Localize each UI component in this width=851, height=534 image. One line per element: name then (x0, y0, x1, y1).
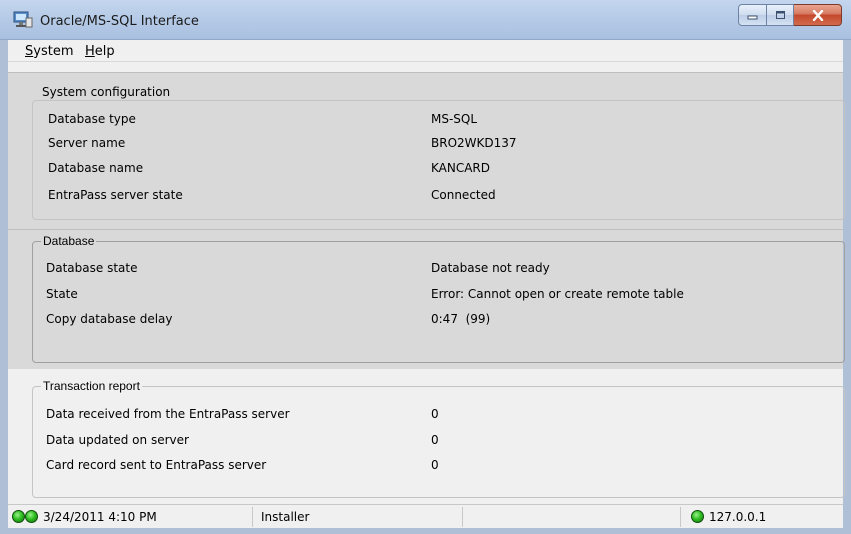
menu-help-label: elp (94, 44, 115, 59)
status-led-icon (12, 510, 25, 523)
window-title: Oracle/MS-SQL Interface (40, 14, 199, 29)
card-record-label: Card record sent to EntraPass server (46, 458, 267, 472)
database-name-label: Database name (48, 161, 144, 175)
minimize-button[interactable] (738, 4, 767, 26)
status-datetime: 3/24/2011 4:10 PM (43, 510, 157, 524)
close-button[interactable] (794, 4, 842, 26)
data-received-value: 0 (431, 407, 439, 421)
status-led-icon (25, 510, 38, 523)
menu-help[interactable]: Help (85, 44, 115, 59)
database-type-label: Database type (48, 112, 136, 126)
menu-system[interactable]: System (25, 44, 74, 59)
card-record-value: 0 (431, 458, 439, 472)
data-received-label: Data received from the EntraPass server (46, 407, 290, 421)
menu-bar: System Help (8, 40, 843, 62)
status-separator (680, 507, 681, 527)
title-bar[interactable]: Oracle/MS-SQL Interface (0, 0, 851, 40)
server-name-label: Server name (48, 136, 126, 150)
transaction-report-title: Transaction report (41, 379, 142, 393)
database-state-value: Database not ready (431, 261, 550, 275)
state-value: Error: Cannot open or create remote tabl… (431, 287, 684, 301)
entrapass-state-value: Connected (431, 188, 496, 202)
app-window: Oracle/MS-SQL Interface System Help Syst… (0, 0, 851, 534)
maximize-icon (775, 11, 785, 19)
maximize-button[interactable] (767, 4, 794, 26)
menu-system-label: ystem (33, 44, 74, 59)
client-area: System configuration Database type MS-SQ… (8, 62, 845, 504)
database-name-value: KANCARD (431, 161, 491, 175)
system-configuration-panel: System configuration Database type MS-SQ… (8, 72, 845, 229)
menu-help-accel: H (85, 44, 95, 59)
status-user: Installer (261, 510, 310, 524)
status-ip: 127.0.0.1 (709, 510, 767, 524)
data-updated-value: 0 (431, 433, 439, 447)
data-updated-label: Data updated on server (46, 433, 189, 447)
entrapass-state-label: EntraPass server state (48, 188, 183, 202)
server-name-value: BRO2WKD137 (431, 136, 517, 150)
database-title: Database (41, 234, 97, 248)
status-separator (462, 507, 463, 527)
transaction-report-panel: Transaction report Data received from th… (8, 369, 845, 504)
close-icon (812, 9, 823, 21)
minimize-icon (747, 15, 758, 20)
database-type-value: MS-SQL (431, 112, 478, 126)
copy-delay-value: 0:47 (99) (431, 312, 491, 326)
database-group: Database (32, 234, 845, 363)
connection-led-icon (691, 510, 704, 523)
database-state-label: Database state (46, 261, 138, 275)
caption-buttons (738, 4, 842, 26)
system-configuration-title: System configuration (42, 85, 171, 99)
app-icon (13, 11, 33, 28)
status-separator (252, 507, 253, 527)
copy-delay-label: Copy database delay (46, 312, 173, 326)
state-label: State (46, 287, 78, 301)
database-panel: Database Database state Database not rea… (8, 229, 845, 369)
status-bar: 3/24/2011 4:10 PM Installer 127.0.0.1 (8, 504, 843, 528)
